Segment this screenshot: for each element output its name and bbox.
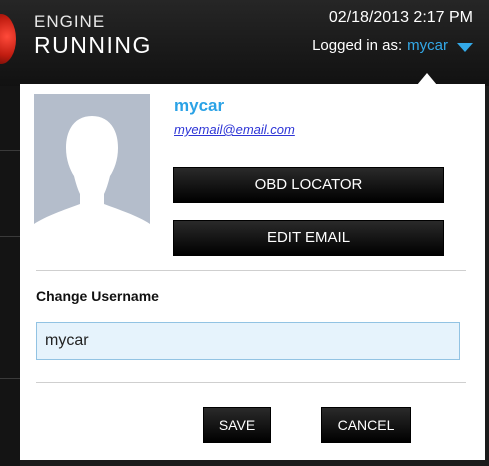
chevron-down-icon[interactable]	[457, 42, 473, 52]
logged-in-label: Logged in as:	[312, 37, 403, 54]
divider	[0, 236, 20, 237]
profile-email-link[interactable]: myemail@email.com	[174, 122, 295, 137]
engine-start-button[interactable]	[0, 14, 16, 64]
edit-email-button[interactable]: EDIT EMAIL	[173, 220, 444, 256]
background-strip	[0, 86, 20, 466]
cancel-button[interactable]: CANCEL	[321, 407, 411, 443]
logged-in-user[interactable]: mycar	[407, 36, 448, 56]
username-input[interactable]	[36, 322, 460, 360]
change-username-label: Change Username	[36, 288, 159, 304]
obd-locator-button[interactable]: OBD LOCATOR	[173, 167, 444, 203]
top-bar: ENGINE RUNNING 02/18/2013 2:17 PM Logged…	[0, 0, 489, 86]
brand-line-1: ENGINE	[34, 12, 106, 31]
brand-line-2: RUNNING	[34, 32, 152, 58]
account-menu-toggle[interactable]: Logged in as: mycar	[312, 36, 473, 56]
divider	[0, 150, 20, 151]
profile-username: mycar	[174, 96, 225, 115]
divider	[36, 270, 466, 271]
avatar	[34, 94, 150, 258]
save-button[interactable]: SAVE	[203, 407, 271, 443]
divider	[0, 378, 20, 379]
divider	[36, 382, 466, 383]
datetime: 02/18/2013 2:17 PM	[328, 9, 473, 26]
account-dropdown-panel: mycar myemail@email.com OBD LOCATOR EDIT…	[20, 84, 485, 460]
user-silhouette-icon	[34, 94, 150, 258]
